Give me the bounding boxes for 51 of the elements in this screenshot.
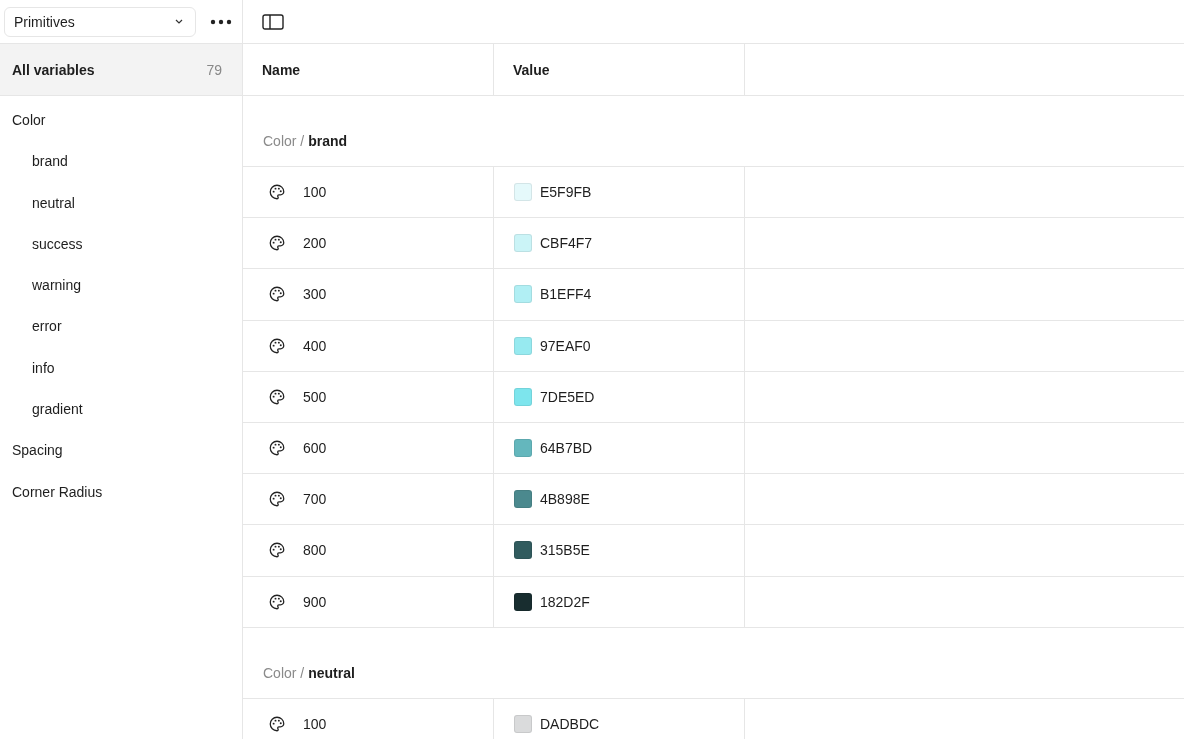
palette-icon bbox=[268, 439, 286, 458]
palette-icon bbox=[268, 183, 286, 202]
palette-icon bbox=[268, 714, 286, 733]
variable-name: 300 bbox=[303, 286, 327, 303]
color-value: 64B7BD bbox=[540, 440, 593, 457]
sidebar-item[interactable]: gradient bbox=[0, 389, 242, 431]
column-header: Value bbox=[494, 44, 745, 95]
sidebar-item[interactable]: Spacing bbox=[0, 430, 242, 472]
group-heading: Color / brand bbox=[243, 96, 1184, 167]
all-variables-item[interactable]: All variables 79 bbox=[0, 44, 242, 96]
palette-icon bbox=[268, 336, 286, 355]
sidebar-item[interactable]: neutral bbox=[0, 182, 242, 224]
sidebar-item[interactable]: success bbox=[0, 223, 242, 266]
sidebar-item[interactable]: brand bbox=[0, 141, 242, 183]
palette-icon bbox=[268, 234, 286, 253]
sidebar-item[interactable]: Color bbox=[0, 100, 242, 142]
variable-name: 200 bbox=[303, 235, 327, 252]
sidebar-item[interactable]: info bbox=[0, 347, 242, 390]
variable-name: 800 bbox=[303, 542, 327, 559]
variable-name: 900 bbox=[303, 593, 327, 610]
color-value: DADBDC bbox=[540, 715, 600, 732]
color-value: E5F9FB bbox=[540, 184, 592, 201]
caret-icon bbox=[175, 19, 183, 24]
palette-icon bbox=[268, 285, 286, 304]
palette-icon bbox=[268, 387, 286, 406]
collection-dropdown[interactable]: Primitives bbox=[4, 6, 196, 37]
color-value: 97EAF0 bbox=[540, 337, 591, 354]
variable-name: 600 bbox=[303, 440, 327, 457]
variable-name: 500 bbox=[303, 388, 327, 405]
sidebar-item[interactable]: warning bbox=[0, 265, 242, 307]
palette-icon bbox=[268, 592, 286, 611]
count-label: 79 bbox=[206, 61, 222, 78]
sidebar-item[interactable]: error bbox=[0, 306, 242, 348]
variable-name: 400 bbox=[303, 337, 327, 354]
sidebar-item-label: All variables bbox=[12, 61, 95, 78]
variable-name: 100 bbox=[303, 184, 327, 201]
color-value: 315B5E bbox=[540, 542, 590, 559]
sidebar-item[interactable]: Corner Radius bbox=[0, 471, 242, 513]
color-value: 7DE5ED bbox=[540, 388, 595, 405]
more-icon[interactable] bbox=[210, 18, 232, 25]
column-header: Name bbox=[243, 44, 494, 95]
color-value: 4B898E bbox=[540, 491, 590, 508]
palette-icon bbox=[268, 541, 286, 560]
variable-name: 700 bbox=[303, 491, 327, 508]
group-heading: Color / neutral bbox=[243, 627, 1184, 699]
palette-icon bbox=[268, 490, 286, 509]
color-value: B1EFF4 bbox=[540, 286, 592, 303]
color-value: 182D2F bbox=[540, 593, 590, 610]
color-value: CBF4F7 bbox=[540, 235, 593, 252]
variable-name: 100 bbox=[303, 715, 327, 732]
sidebar-toggle-icon[interactable] bbox=[262, 13, 284, 30]
